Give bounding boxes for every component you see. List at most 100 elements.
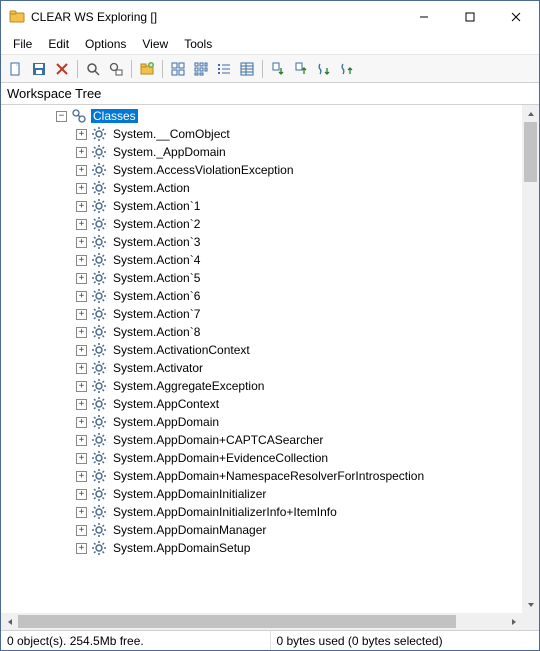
tree-node-child-11[interactable]: + System.Action`8 bbox=[1, 323, 522, 341]
tree-node-label[interactable]: System.Action bbox=[111, 181, 192, 195]
tree-node-classes[interactable]: − Classes bbox=[1, 107, 522, 125]
tb-new-folder[interactable] bbox=[136, 58, 158, 80]
tree-node-label[interactable]: System.Activator bbox=[111, 361, 205, 375]
tree-node-child-18[interactable]: +System.AppDomain+EvidenceCollection bbox=[1, 449, 522, 467]
tree-node-label[interactable]: System.AppContext bbox=[111, 397, 221, 411]
tree-node-child-16[interactable]: + System.AppDomain bbox=[1, 413, 522, 431]
menu-options[interactable]: Options bbox=[77, 35, 134, 53]
expand-icon[interactable]: + bbox=[76, 309, 87, 320]
tree-node-label[interactable]: System.Action`5 bbox=[111, 271, 202, 285]
tb-delete[interactable] bbox=[51, 58, 73, 80]
minimize-button[interactable] bbox=[401, 1, 447, 33]
tree-node-label[interactable]: System.AppDomain bbox=[111, 415, 221, 429]
tb-new[interactable] bbox=[5, 58, 27, 80]
tree-node-label[interactable]: System.AppDomainInitializer bbox=[111, 487, 268, 501]
tree-node-child-22[interactable]: + System.AppDomainManager bbox=[1, 521, 522, 539]
tree-node-child-12[interactable]: + System.ActivationContext bbox=[1, 341, 522, 359]
tree-node-child-4[interactable]: + System.Action`1 bbox=[1, 197, 522, 215]
vertical-scrollbar[interactable] bbox=[522, 105, 539, 613]
tree-node-child-7[interactable]: +System.Action`4 bbox=[1, 251, 522, 269]
tree-node-label[interactable]: System.AccessViolationException bbox=[111, 163, 296, 177]
scroll-left-icon[interactable] bbox=[1, 613, 18, 630]
tree-node-label[interactable]: System.__ComObject bbox=[111, 127, 232, 141]
expand-icon[interactable]: + bbox=[76, 363, 87, 374]
expand-icon[interactable]: + bbox=[76, 327, 87, 338]
expand-icon[interactable]: + bbox=[76, 165, 87, 176]
tree-node-label[interactable]: System.Action`2 bbox=[111, 217, 202, 231]
tb-view-small[interactable] bbox=[190, 58, 212, 80]
tree-node-child-23[interactable]: + System.AppDomainSetup bbox=[1, 539, 522, 557]
tree-node-child-3[interactable]: + System.Action bbox=[1, 179, 522, 197]
tree-node-child-8[interactable]: + System.Action`5 bbox=[1, 269, 522, 287]
scroll-thumb[interactable] bbox=[524, 122, 537, 182]
expand-icon[interactable]: + bbox=[76, 345, 87, 356]
expand-icon[interactable]: + bbox=[76, 381, 87, 392]
tree-node-child-2[interactable]: + System.AccessViolationException bbox=[1, 161, 522, 179]
tree-node-child-10[interactable]: + System.Action`7 bbox=[1, 305, 522, 323]
tree-node-label[interactable]: System.Action`6 bbox=[111, 289, 202, 303]
tree-node-child-5[interactable]: + System.Action`2 bbox=[1, 215, 522, 233]
expand-icon[interactable]: + bbox=[76, 255, 87, 266]
tree-node-label[interactable]: System.Action`8 bbox=[111, 325, 202, 339]
tree-node-label[interactable]: Classes bbox=[91, 109, 138, 123]
tree-node-label[interactable]: System.AppDomain+EvidenceCollection bbox=[111, 451, 330, 465]
expand-icon[interactable]: + bbox=[76, 273, 87, 284]
tree-node-label[interactable]: System.AppDomainInitializerInfo+ItemInfo bbox=[111, 505, 339, 519]
tree-node-child-19[interactable]: + System.AppDomain+NamespaceResolverForIn… bbox=[1, 467, 522, 485]
tree-node-label[interactable]: System.AppDomain+NamespaceResolverForInt… bbox=[111, 469, 426, 483]
tb-view-details[interactable] bbox=[236, 58, 258, 80]
expand-icon[interactable]: + bbox=[76, 129, 87, 140]
tree-node-child-21[interactable]: + System.AppDomainInitializerInfo+ItemInf… bbox=[1, 503, 522, 521]
expand-icon[interactable]: + bbox=[76, 237, 87, 248]
horizontal-scrollbar[interactable] bbox=[1, 613, 522, 630]
tree-node-child-14[interactable]: + System.AggregateException bbox=[1, 377, 522, 395]
expand-icon[interactable]: + bbox=[76, 525, 87, 536]
expand-icon[interactable]: + bbox=[76, 543, 87, 554]
expand-icon[interactable]: + bbox=[76, 399, 87, 410]
scroll-right-icon[interactable] bbox=[505, 613, 522, 630]
scroll-track[interactable] bbox=[18, 613, 505, 630]
expand-icon[interactable]: + bbox=[76, 201, 87, 212]
scroll-down-icon[interactable] bbox=[522, 596, 539, 613]
tb-sort-2[interactable] bbox=[290, 58, 312, 80]
tree-node-child-13[interactable]: + System.Activator bbox=[1, 359, 522, 377]
tree-node-child-20[interactable]: + System.AppDomainInitializer bbox=[1, 485, 522, 503]
expand-icon[interactable]: + bbox=[76, 489, 87, 500]
tb-save[interactable] bbox=[28, 58, 50, 80]
tree-node-label[interactable]: System.Action`3 bbox=[111, 235, 202, 249]
tree-node-label[interactable]: System.AppDomainSetup bbox=[111, 541, 252, 555]
scroll-track[interactable] bbox=[522, 122, 539, 596]
tb-view-large[interactable] bbox=[167, 58, 189, 80]
expand-icon[interactable]: + bbox=[76, 471, 87, 482]
tb-sort-3[interactable] bbox=[313, 58, 335, 80]
menu-tools[interactable]: Tools bbox=[176, 35, 220, 53]
expand-icon[interactable]: + bbox=[76, 183, 87, 194]
collapse-icon[interactable]: − bbox=[56, 111, 67, 122]
tree-node-child-1[interactable]: + System._AppDomain bbox=[1, 143, 522, 161]
tree-node-child-0[interactable]: + System.__ComObject bbox=[1, 125, 522, 143]
tb-sort-1[interactable] bbox=[267, 58, 289, 80]
expand-icon[interactable]: + bbox=[76, 507, 87, 518]
close-button[interactable] bbox=[493, 1, 539, 33]
expand-icon[interactable]: + bbox=[76, 147, 87, 158]
menu-view[interactable]: View bbox=[134, 35, 176, 53]
tree-node-child-6[interactable]: + System.Action`3 bbox=[1, 233, 522, 251]
expand-icon[interactable]: + bbox=[76, 417, 87, 428]
menu-file[interactable]: File bbox=[5, 35, 40, 53]
tree-node-label[interactable]: System.AppDomainManager bbox=[111, 523, 268, 537]
tree-node-label[interactable]: System.Action`1 bbox=[111, 199, 202, 213]
expand-icon[interactable]: + bbox=[76, 435, 87, 446]
tree-node-label[interactable]: System.Action`7 bbox=[111, 307, 202, 321]
tree[interactable]: − Classes + System.__ComObject + System._AppD… bbox=[1, 107, 522, 613]
tb-search[interactable] bbox=[82, 58, 104, 80]
tree-node-child-17[interactable]: +System.AppDomain+CAPTCASearcher bbox=[1, 431, 522, 449]
maximize-button[interactable] bbox=[447, 1, 493, 33]
tree-node-label[interactable]: System.AggregateException bbox=[111, 379, 266, 393]
scroll-thumb[interactable] bbox=[18, 615, 456, 628]
tree-node-label[interactable]: System._AppDomain bbox=[111, 145, 228, 159]
scroll-up-icon[interactable] bbox=[522, 105, 539, 122]
expand-icon[interactable]: + bbox=[76, 291, 87, 302]
expand-icon[interactable]: + bbox=[76, 219, 87, 230]
tb-sort-4[interactable] bbox=[336, 58, 358, 80]
tree-node-label[interactable]: System.ActivationContext bbox=[111, 343, 252, 357]
